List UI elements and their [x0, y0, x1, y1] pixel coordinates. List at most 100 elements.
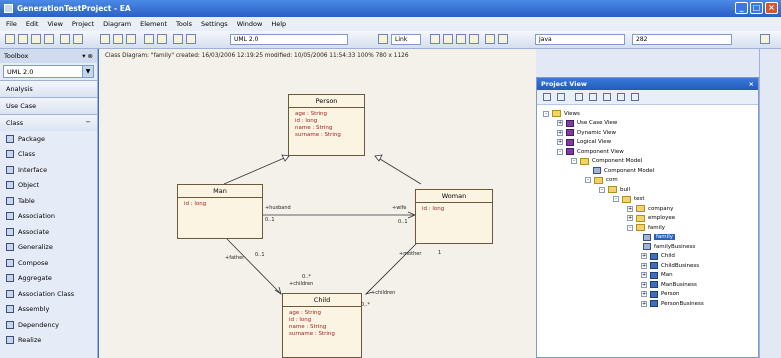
tree-item[interactable]: + PersonBusiness: [641, 299, 704, 308]
toolbox-close-icon[interactable]: ▾ ⊗: [82, 52, 93, 60]
tree-item[interactable]: + Dynamic View: [557, 128, 616, 137]
tool-generalize[interactable]: Generalize: [0, 240, 97, 256]
class-man[interactable]: Man id : long: [177, 184, 263, 239]
expand-icon[interactable]: +: [641, 253, 647, 259]
tree-item[interactable]: + Use Case View: [557, 119, 617, 128]
class-child[interactable]: Child age : String id : long name : Stri…: [282, 293, 362, 358]
cut-icon[interactable]: [60, 34, 70, 44]
menu-project[interactable]: Project: [72, 20, 94, 28]
tree-item[interactable]: - com: [585, 176, 618, 185]
menu-view[interactable]: View: [47, 20, 62, 28]
close-button[interactable]: ×: [765, 2, 778, 14]
tool-realize[interactable]: Realize: [0, 333, 97, 349]
tree-item[interactable]: + employee: [627, 214, 675, 223]
properties-icon[interactable]: [144, 34, 154, 44]
class-person[interactable]: Person age : String id : long name : Str…: [288, 94, 365, 156]
tree-item[interactable]: + Man: [641, 271, 673, 280]
expand-icon[interactable]: +: [627, 205, 633, 212]
grid-icon[interactable]: [173, 34, 183, 44]
menu-file[interactable]: File: [6, 20, 17, 28]
zoom-select[interactable]: 282: [632, 34, 732, 45]
tool-compose[interactable]: Compose: [0, 255, 97, 271]
save-icon[interactable]: [31, 34, 41, 44]
expand-icon[interactable]: +: [641, 300, 647, 307]
hyperlink-icon[interactable]: [485, 34, 495, 44]
association-mother-children[interactable]: [365, 238, 422, 295]
shape-icon[interactable]: [443, 34, 453, 44]
menu-help[interactable]: Help: [271, 20, 286, 28]
close-icon[interactable]: ×: [749, 80, 754, 88]
move-up-icon[interactable]: [589, 93, 597, 101]
pen-icon[interactable]: [498, 34, 508, 44]
tool-assembly[interactable]: Assembly: [0, 302, 97, 318]
expand-icon[interactable]: +: [627, 215, 633, 221]
layout-icon[interactable]: [186, 34, 196, 44]
toolbox-combo[interactable]: UML 2.0 ▼: [3, 65, 94, 78]
language-select[interactable]: Java: [535, 34, 625, 45]
tool-dependency[interactable]: Dependency: [0, 317, 97, 333]
element-icon[interactable]: [113, 34, 123, 44]
tree-item[interactable]: + Child: [641, 252, 675, 261]
generalization-man-person[interactable]: [223, 155, 290, 185]
link-icon[interactable]: [378, 34, 388, 44]
tool-class[interactable]: Class: [0, 147, 97, 163]
association-father-children[interactable]: [226, 238, 282, 295]
extra-icon[interactable]: [760, 34, 770, 44]
text-icon[interactable]: [456, 34, 466, 44]
menu-edit[interactable]: Edit: [26, 20, 39, 28]
menu-settings[interactable]: Settings: [201, 20, 228, 28]
toolbox-section-use-case[interactable]: Use Case: [0, 97, 97, 114]
print-preview-icon[interactable]: [126, 34, 136, 44]
minimize-button[interactable]: _: [735, 2, 748, 14]
collapse-icon[interactable]: −: [86, 118, 91, 126]
tree-item[interactable]: + Logical View: [557, 138, 611, 147]
tool-association-class[interactable]: Association Class: [0, 286, 97, 302]
link-select[interactable]: Link: [391, 34, 421, 45]
tree-item[interactable]: - Component View: [557, 147, 624, 156]
toolbox-section-analysis[interactable]: Analysis: [0, 80, 97, 97]
expand-icon[interactable]: +: [557, 129, 563, 136]
tool-object[interactable]: Object: [0, 178, 97, 194]
refresh-icon[interactable]: [617, 93, 625, 101]
diagram-icon[interactable]: [100, 34, 110, 44]
new-package-icon[interactable]: [543, 93, 551, 101]
expand-icon[interactable]: +: [641, 291, 647, 297]
tree-item[interactable]: + ManBusiness: [641, 280, 697, 289]
chevron-down-icon[interactable]: ▼: [82, 66, 93, 77]
tree-item[interactable]: + company: [627, 204, 673, 213]
tool-package[interactable]: Package: [0, 131, 97, 147]
new-diagram-icon[interactable]: [557, 93, 565, 101]
uml-select[interactable]: UML 2.0: [230, 34, 348, 45]
expand-icon[interactable]: -: [557, 148, 563, 155]
tree-item[interactable]: - test: [613, 195, 645, 204]
tool-associate[interactable]: Associate: [0, 224, 97, 240]
tree-item[interactable]: + Person: [641, 290, 679, 299]
tree-item[interactable]: - bull: [599, 185, 630, 194]
tree-item-selected[interactable]: family: [643, 233, 675, 242]
expand-icon[interactable]: +: [641, 281, 647, 288]
toolbox-section-class[interactable]: Class −: [0, 114, 97, 131]
diagram-canvas[interactable]: Class Diagram: "family" created: 16/03/2…: [99, 49, 536, 358]
boundary-icon[interactable]: [469, 34, 479, 44]
copy-icon[interactable]: [73, 34, 83, 44]
expand-icon[interactable]: -: [627, 224, 633, 231]
tree-item[interactable]: Component Model: [593, 166, 654, 175]
expand-icon[interactable]: -: [585, 177, 591, 183]
menu-element[interactable]: Element: [140, 20, 167, 28]
expand-icon[interactable]: +: [557, 120, 563, 126]
expand-icon[interactable]: -: [599, 186, 605, 193]
new-icon[interactable]: [5, 34, 15, 44]
tree-item[interactable]: + ChildBusiness: [641, 261, 699, 270]
open-icon[interactable]: [18, 34, 28, 44]
tool-table[interactable]: Table: [0, 193, 97, 209]
expand-icon[interactable]: +: [557, 139, 563, 145]
menu-window[interactable]: Window: [237, 20, 263, 28]
maximize-button[interactable]: □: [750, 2, 763, 14]
class-woman[interactable]: Woman id : long: [415, 189, 493, 244]
help-icon[interactable]: [157, 34, 167, 44]
new-element-icon[interactable]: [575, 93, 583, 101]
expand-icon[interactable]: +: [641, 272, 647, 278]
generalization-woman-person[interactable]: [374, 155, 422, 185]
tree-item[interactable]: - family: [627, 223, 665, 232]
note-icon[interactable]: [430, 34, 440, 44]
